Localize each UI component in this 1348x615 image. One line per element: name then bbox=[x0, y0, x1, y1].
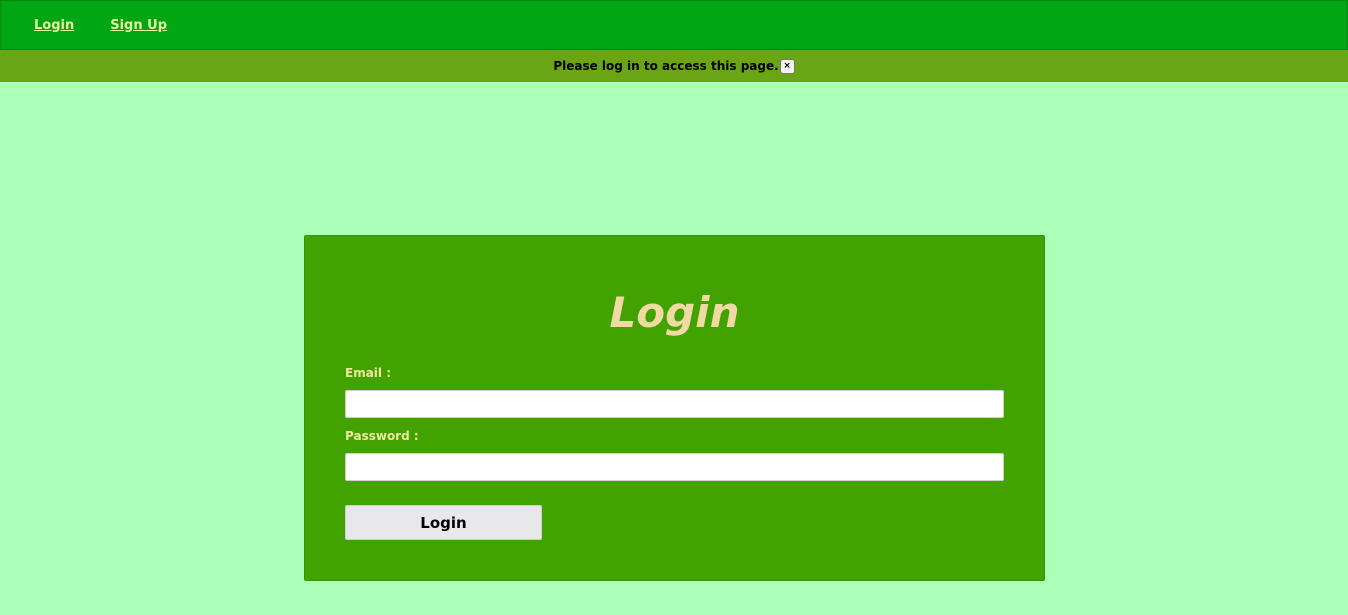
form-title: Login bbox=[609, 288, 740, 337]
password-field[interactable] bbox=[345, 453, 1004, 481]
password-label: Password : bbox=[345, 429, 419, 443]
nav-link-sign-up[interactable]: Sign Up bbox=[110, 18, 167, 33]
top-navbar: Login Sign Up bbox=[0, 0, 1348, 50]
login-form: Login Email : Password : Login bbox=[304, 235, 1045, 581]
login-button[interactable]: Login bbox=[345, 505, 542, 540]
email-label: Email : bbox=[345, 366, 392, 380]
nav-link-login[interactable]: Login bbox=[34, 18, 74, 33]
flash-message-bar: Please log in to access this page. × bbox=[0, 50, 1348, 82]
close-icon[interactable]: × bbox=[779, 58, 795, 74]
flash-message-text: Please log in to access this page. bbox=[553, 59, 779, 73]
email-field[interactable] bbox=[345, 390, 1004, 418]
